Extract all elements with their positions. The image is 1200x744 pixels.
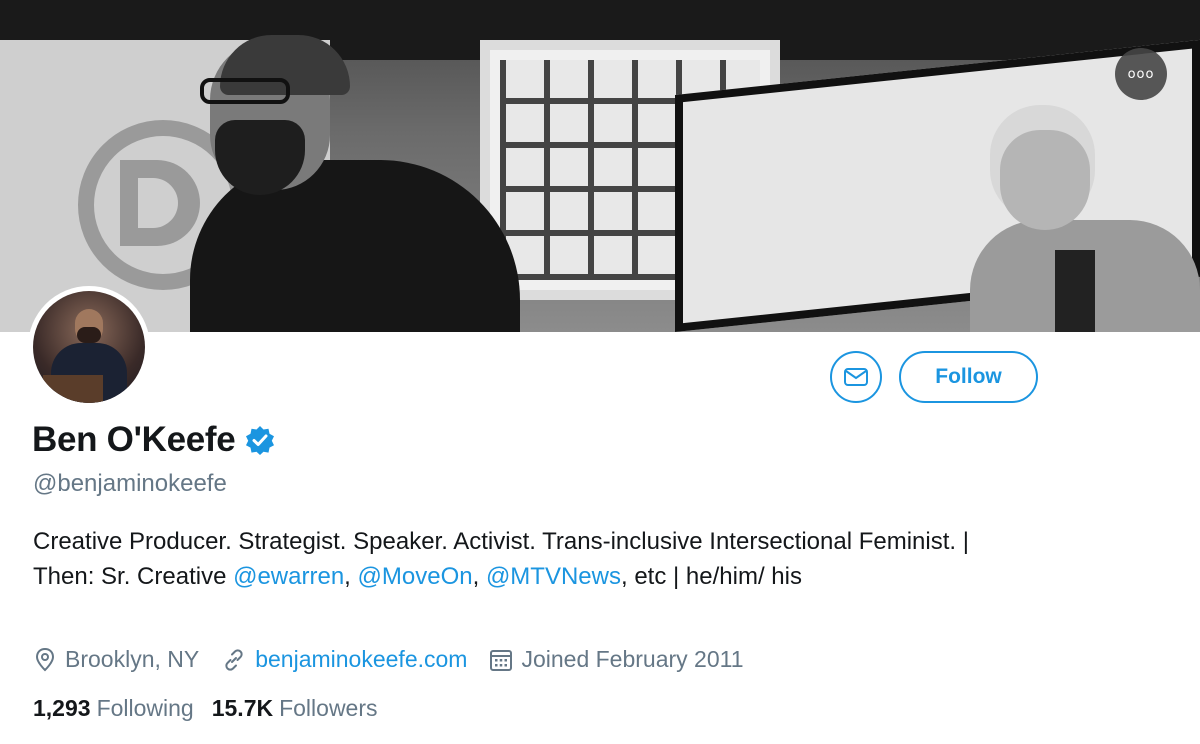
- location-text: Brooklyn, NY: [65, 646, 200, 672]
- calendar-icon: [490, 649, 513, 671]
- bio-mention-link[interactable]: @MoveOn: [358, 563, 473, 590]
- bio-separator: ,: [344, 563, 358, 590]
- bio-mention-link[interactable]: @ewarren: [233, 563, 344, 590]
- banner-woman-figure: [960, 100, 1200, 332]
- followers-count: 15.7K: [211, 695, 274, 721]
- avatar-frame[interactable]: [28, 286, 150, 408]
- display-name: Ben O'Keefe: [32, 420, 236, 459]
- more-horizontal-icon: ooo: [1127, 66, 1155, 82]
- profile-name-row: Ben O'Keefe: [32, 420, 275, 460]
- bio-text: , etc | he/him/ his: [620, 563, 802, 590]
- joined-text: Joined February 2011: [521, 646, 744, 672]
- location-pin-icon: [35, 647, 55, 671]
- location-item: Brooklyn, NY: [33, 646, 199, 673]
- verified-badge-icon: [246, 426, 275, 455]
- website-link[interactable]: benjaminokeefe.com: [255, 646, 467, 673]
- message-button[interactable]: [830, 351, 882, 403]
- more-options-button[interactable]: ooo: [1115, 48, 1167, 100]
- envelope-icon: [844, 368, 868, 386]
- following-count: 1,293: [33, 695, 91, 721]
- header-banner-image[interactable]: [0, 0, 1200, 332]
- following-stat[interactable]: 1,293 Following: [33, 695, 194, 722]
- bio-mention-link[interactable]: @MTVNews: [486, 563, 621, 590]
- followers-label: Followers: [279, 695, 378, 721]
- profile-bio: Creative Producer. Strategist. Speaker. …: [33, 524, 1033, 594]
- joined-item: Joined February 2011: [489, 646, 744, 673]
- follow-button[interactable]: Follow: [899, 351, 1038, 403]
- profile-meta-row: Brooklyn, NY benjaminokeefe.com Joined F…: [33, 646, 766, 673]
- profile-handle: @benjaminokeefe: [33, 470, 227, 497]
- banner-man-figure: [170, 35, 560, 332]
- link-icon: [225, 648, 243, 671]
- followers-stat[interactable]: 15.7K Followers: [212, 695, 378, 722]
- following-label: Following: [96, 695, 194, 721]
- bio-separator: ,: [472, 563, 486, 590]
- avatar[interactable]: [33, 291, 145, 403]
- profile-stats-row: 1,293 Following 15.7K Followers: [33, 695, 396, 722]
- website-item[interactable]: benjaminokeefe.com: [221, 646, 467, 673]
